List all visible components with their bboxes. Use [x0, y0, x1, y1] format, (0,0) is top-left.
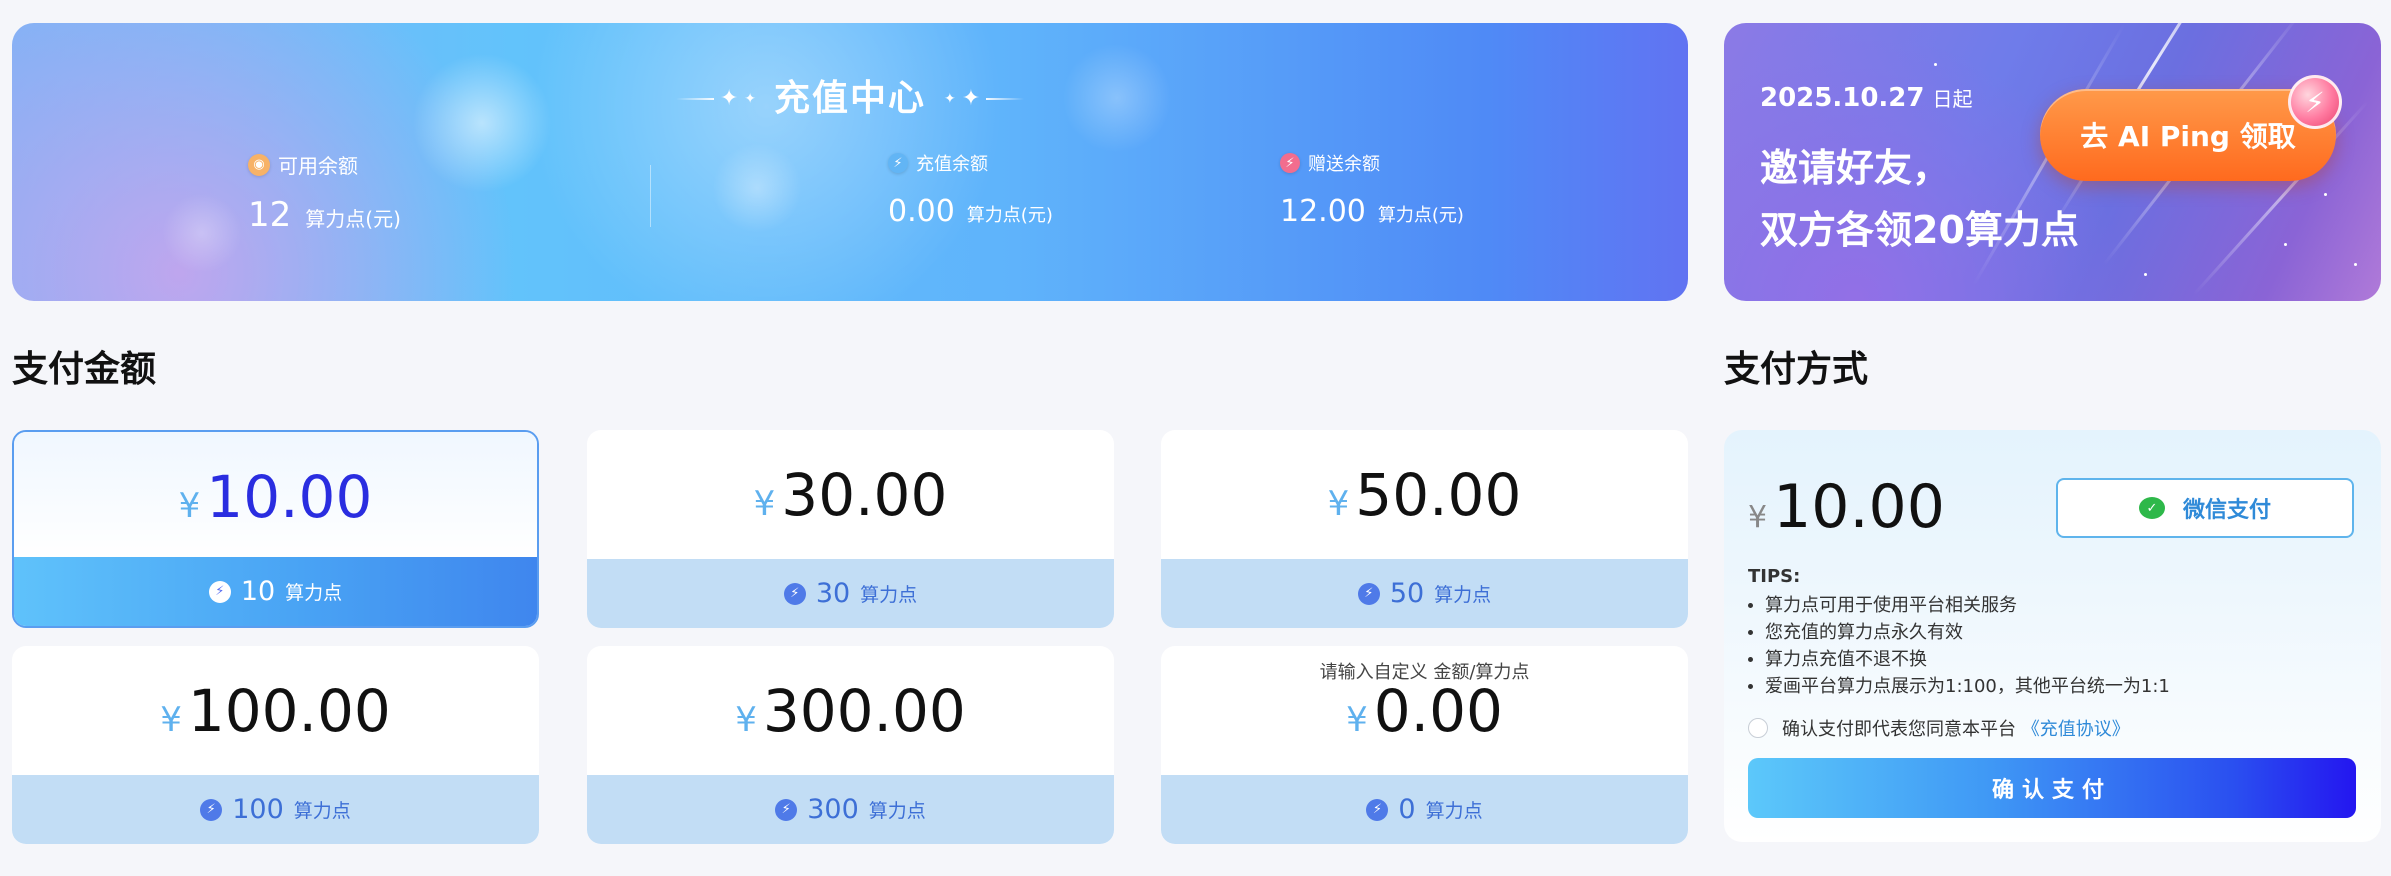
bolt-icon: ⚡	[783, 582, 806, 605]
payment-section-title: 支付方式	[1724, 349, 1869, 390]
amount-option-100[interactable]: ¥ 100.00 ⚡ 100 算力点	[12, 646, 539, 844]
currency-symbol: ¥	[178, 485, 201, 526]
confirm-pay-button[interactable]: 确认支付	[1748, 758, 2356, 818]
invite-promo-card[interactable]: 2025.10.27 日起 邀请好友， 双方各领20算力点 去 AI Ping …	[1724, 23, 2381, 301]
gift-balance-value: 12.00	[1280, 194, 1366, 229]
amount-option-30[interactable]: ¥ 30.00 ⚡ 30 算力点	[587, 430, 1114, 628]
sparkle-left-icon: ✦ ✦	[675, 88, 756, 110]
points-value: 10	[240, 576, 276, 607]
points-unit: 算力点	[285, 582, 343, 604]
stat-divider	[650, 165, 651, 227]
recharge-agreement-link[interactable]: 《充值协议》	[2022, 719, 2130, 740]
recharge-banner: ✦ ✦ 充值中心 ✦ ✦ ◉ 可用余额 12 算力点(元) ⚡ 充值余额 0.00 …	[12, 23, 1688, 301]
custom-amount-value[interactable]: 0.00	[1374, 677, 1503, 745]
tip-text: 算力点充值不退不换	[1765, 649, 1927, 670]
points-unit: 算力点	[1425, 800, 1483, 822]
tip-text: 您充值的算力点永久有效	[1765, 622, 1963, 643]
gift-bolt-icon: ⚡	[1280, 153, 1300, 173]
tip-text: 爱画平台算力点展示为1:100，其他平台统一为1:1	[1765, 676, 2170, 697]
points-value: 0	[1398, 794, 1416, 825]
points-value: 50	[1389, 578, 1425, 609]
sparkle-right-icon: ✦ ✦	[944, 88, 1025, 110]
bolt-icon: ⚡	[775, 798, 798, 821]
list-item: 算力点充值不退不换	[1748, 646, 2170, 673]
bolt-icon: ⚡	[888, 153, 908, 173]
gift-balance-label: 赠送余额	[1308, 154, 1380, 175]
recharge-balance-unit: 算力点(元)	[966, 205, 1053, 226]
currency-symbol: ¥	[753, 483, 776, 524]
list-item: 爱画平台算力点展示为1:100，其他平台统一为1:1	[1748, 673, 2170, 700]
available-balance-value: 12	[248, 195, 292, 235]
agreement-row: 确认支付即代表您同意本平台 《充值协议》	[1748, 715, 2130, 741]
amount-option-custom[interactable]: 请输入自定义 金额/算力点 ¥ 0.00 ⚡ 0 算力点	[1161, 646, 1688, 844]
amount-option-300[interactable]: ¥ 300.00 ⚡ 300 算力点	[587, 646, 1114, 844]
amount-section-title: 支付金额	[12, 349, 157, 390]
available-balance-label: 可用余额	[278, 154, 358, 178]
points-value: 100	[232, 794, 284, 825]
payment-panel: ¥ 10.00 ✓ 微信支付 TIPS: 算力点可用于使用平台相关服务 您充值的…	[1724, 430, 2381, 842]
promo-headline-2: 双方各领20算力点	[1760, 208, 2079, 252]
bolt-icon: ⚡	[200, 798, 223, 821]
currency-symbol: ¥	[735, 699, 757, 740]
amount-value: 10.00	[206, 462, 373, 531]
amount-value: 300.00	[762, 676, 966, 745]
page-title: 充值中心	[773, 78, 926, 119]
amount-option-50[interactable]: ¥ 50.00 ⚡ 50 算力点	[1161, 430, 1688, 628]
available-balance: ◉ 可用余额 12 算力点(元)	[248, 150, 401, 235]
currency-symbol: ¥	[160, 699, 182, 740]
points-value: 300	[807, 794, 859, 825]
bolt-icon: ⚡	[1366, 798, 1389, 821]
currency-symbol: ¥	[1346, 699, 1368, 740]
points-unit: 算力点	[860, 584, 918, 606]
promo-date-suffix: 日起	[1932, 87, 1973, 111]
tips-title: TIPS:	[1748, 566, 1801, 587]
currency-symbol: ¥	[1327, 483, 1350, 524]
wechat-pay-label: 微信支付	[2182, 498, 2271, 523]
list-item: 算力点可用于使用平台相关服务	[1748, 592, 2170, 619]
recharge-balance-label: 充值余额	[916, 154, 988, 175]
tips-list: 算力点可用于使用平台相关服务 您充值的算力点永久有效 算力点充值不退不换 爱画平…	[1748, 592, 2170, 700]
agree-text: 确认支付即代表您同意本平台	[1782, 719, 2016, 740]
coin-icon: ◉	[248, 153, 270, 176]
wechat-pay-button[interactable]: ✓ 微信支付	[2056, 478, 2354, 538]
amount-value: 30.00	[781, 460, 948, 529]
promo-date-value: 2025.10.27	[1760, 83, 1925, 113]
recharge-balance-value: 0.00	[888, 194, 955, 229]
bolt-icon: ⚡	[1357, 582, 1380, 605]
amount-option-10[interactable]: ¥ 10.00 ⚡ 10 算力点	[12, 430, 539, 628]
gift-balance-unit: 算力点(元)	[1377, 205, 1464, 226]
list-item: 您充值的算力点永久有效	[1748, 619, 2170, 646]
amount-value: 100.00	[187, 676, 391, 745]
points-unit: 算力点	[1434, 584, 1492, 606]
payment-amount-value: 10.00	[1773, 472, 1945, 542]
banner-title-group: ✦ ✦ 充值中心 ✦ ✦	[12, 81, 1688, 117]
gift-balance: ⚡ 赠送余额 12.00 算力点(元)	[1280, 150, 1464, 229]
promo-date: 2025.10.27 日起	[1760, 83, 1972, 113]
payment-amount: ¥ 10.00	[1748, 472, 1945, 542]
points-value: 30	[815, 578, 851, 609]
bolt-badge-icon: ⚡	[2288, 75, 2342, 129]
points-unit: 算力点	[868, 800, 926, 822]
promo-headline-1: 邀请好友，	[1760, 146, 1951, 190]
custom-amount-input[interactable]: ¥ 0.00	[1346, 677, 1503, 745]
tip-text: 算力点可用于使用平台相关服务	[1765, 595, 2017, 616]
available-balance-unit: 算力点(元)	[305, 207, 401, 231]
bolt-icon: ⚡	[208, 580, 231, 603]
recharge-balance: ⚡ 充值余额 0.00 算力点(元)	[888, 150, 1053, 229]
points-unit: 算力点	[293, 800, 351, 822]
currency-symbol: ¥	[1748, 500, 1768, 535]
agree-radio[interactable]	[1748, 718, 1768, 738]
wechat-icon: ✓	[2138, 497, 2165, 519]
amount-value: 50.00	[1355, 460, 1522, 529]
